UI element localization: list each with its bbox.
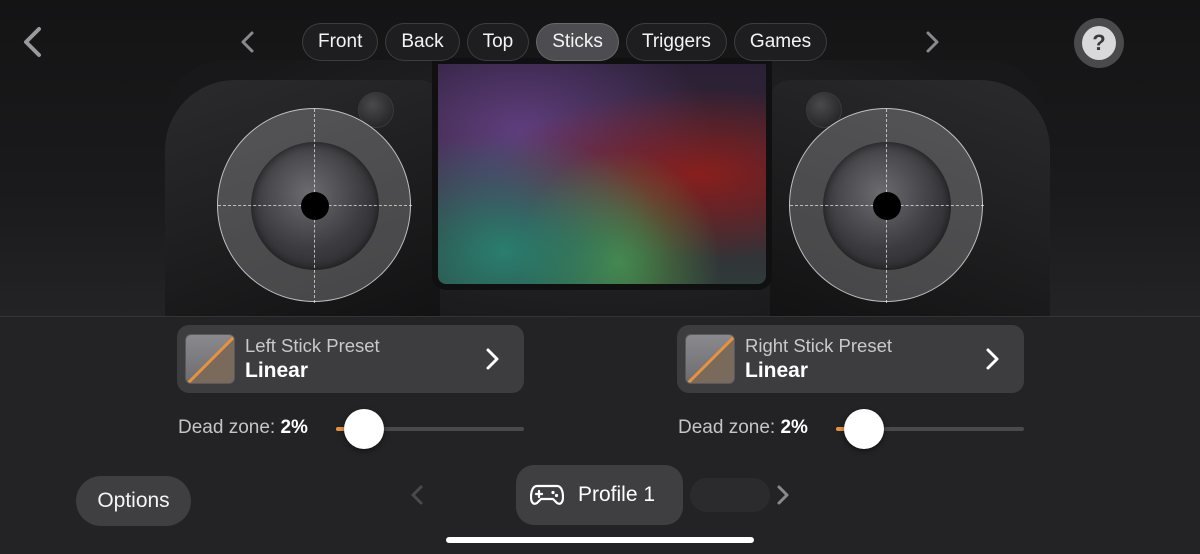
left-dead-zone-value: 2% [280, 417, 308, 438]
tab-back[interactable]: Back [385, 23, 460, 61]
home-indicator[interactable] [446, 537, 754, 543]
left-dead-zone-text: Dead zone: [178, 417, 276, 438]
left-stick-area[interactable] [217, 108, 412, 303]
chevron-right-icon [486, 348, 499, 370]
help-button[interactable]: ? [1074, 18, 1124, 68]
left-slider-thumb[interactable] [343, 409, 384, 449]
gamepad-icon [530, 484, 564, 505]
left-stick-position-dot [301, 192, 329, 220]
profile-next-chevron-icon[interactable] [774, 484, 792, 506]
profile-button[interactable]: Profile 1 [516, 465, 683, 525]
right-preset-title: Right Stick Preset [745, 334, 893, 356]
profile-prev-chevron-icon[interactable] [408, 484, 426, 506]
tab-front[interactable]: Front [302, 23, 379, 61]
tab-next-chevron-icon[interactable] [922, 30, 942, 54]
left-preset-value: Linear [245, 358, 309, 382]
section-tabs: Front Back Top Sticks Triggers Games [302, 23, 828, 61]
question-icon: ? [1082, 26, 1116, 60]
profile-label: Profile 1 [578, 483, 656, 506]
right-preset-value: Linear [745, 358, 809, 382]
right-stick-position-dot [873, 192, 901, 220]
left-dead-zone-label: Dead zone: 2% [178, 417, 308, 439]
tab-triggers[interactable]: Triggers [625, 23, 727, 61]
phone-screen [432, 58, 772, 290]
right-dead-zone-text: Dead zone: [678, 417, 776, 438]
tab-top[interactable]: Top [466, 23, 530, 61]
linear-curve-icon [685, 334, 735, 384]
back-chevron-icon[interactable] [20, 26, 46, 58]
right-dead-zone-value: 2% [780, 417, 808, 438]
left-stick-preset-button[interactable]: Left Stick Preset Linear [177, 325, 524, 393]
chevron-right-icon [986, 348, 999, 370]
left-preset-title: Left Stick Preset [245, 334, 380, 356]
right-dead-zone-label: Dead zone: 2% [678, 417, 808, 439]
right-stick-preset-button[interactable]: Right Stick Preset Linear [677, 325, 1024, 393]
right-stick-area[interactable] [789, 108, 984, 303]
tab-games[interactable]: Games [733, 23, 828, 61]
tab-sticks[interactable]: Sticks [536, 23, 619, 61]
linear-curve-icon [185, 334, 235, 384]
options-button[interactable]: Options [76, 476, 191, 526]
right-slider-thumb[interactable] [843, 409, 884, 449]
next-profile-preview [690, 478, 770, 512]
tab-prev-chevron-icon[interactable] [238, 30, 258, 54]
